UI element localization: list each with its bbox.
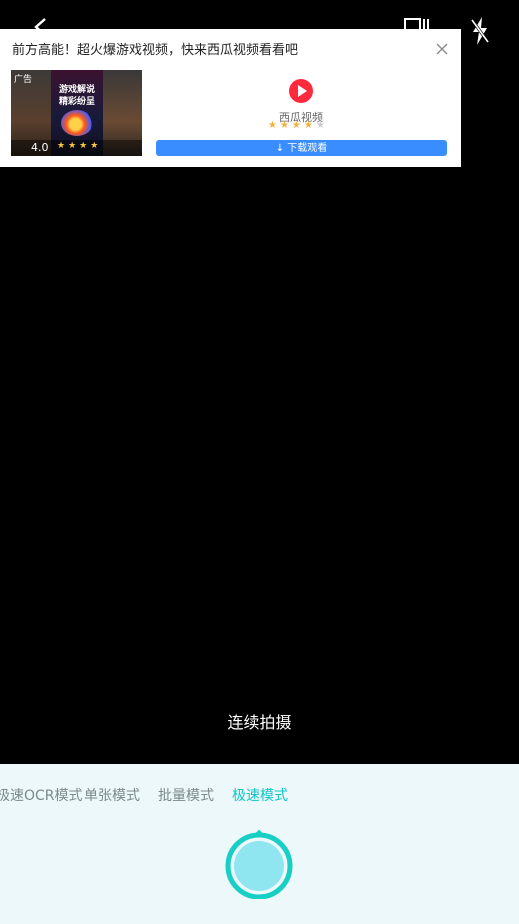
app-stars-empty: ★ bbox=[315, 120, 328, 131]
rating-stars: ★★★★ bbox=[57, 141, 102, 151]
app-rating-stars: ★★★★★ bbox=[268, 120, 328, 131]
ad-label: 广告 bbox=[14, 75, 33, 85]
download-icon: ↓ bbox=[275, 143, 285, 154]
mode-tab-single[interactable]: 单张模式 bbox=[84, 785, 140, 805]
play-icon bbox=[289, 79, 313, 103]
download-button-label: 下载观看 bbox=[287, 143, 328, 154]
mode-tab-ocr[interactable]: 极速OCR模式 bbox=[0, 785, 83, 805]
rating-value: 4.0 bbox=[31, 141, 49, 154]
close-icon[interactable] bbox=[434, 41, 450, 57]
bottom-panel: 极速OCR模式 单张模式 批量模式 极速模式 bbox=[0, 764, 519, 924]
shutter-button[interactable] bbox=[222, 825, 296, 899]
app-stars-filled: ★★★★ bbox=[268, 120, 316, 131]
capture-hint: 连续拍摄 bbox=[227, 713, 292, 732]
ad-image[interactable]: 广告 游戏解说精彩纷呈 4.0 ★★★★ bbox=[11, 70, 142, 156]
mode-tab-batch[interactable]: 批量模式 bbox=[158, 785, 214, 805]
game-title-text: 游戏解说精彩纷呈 bbox=[58, 85, 95, 107]
ad-banner[interactable]: 前方高能！超火爆游戏视频，快来西瓜视频看看吧 广告 游戏解说精彩纷呈 4.0 ★… bbox=[0, 29, 461, 167]
flame-emblem-icon bbox=[61, 110, 93, 136]
flash-off-icon[interactable] bbox=[469, 16, 491, 50]
mode-tab-fast[interactable]: 极速模式 bbox=[232, 785, 288, 805]
download-button[interactable]: ↓ 下载观看 bbox=[156, 140, 447, 156]
rating-bar: 4.0 ★★★★ bbox=[11, 140, 142, 156]
ad-title: 前方高能！超火爆游戏视频，快来西瓜视频看看吧 bbox=[12, 43, 299, 58]
